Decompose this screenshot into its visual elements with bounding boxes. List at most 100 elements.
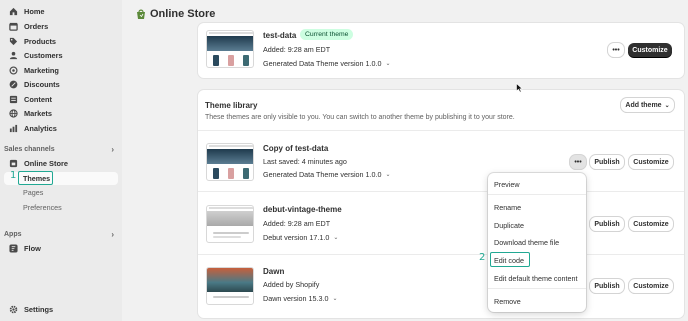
sidebar-item-customers[interactable]: Customers (4, 49, 118, 62)
theme-added: Added: 9:28 am EDT (263, 219, 331, 228)
sales-channels-label: Sales channels (4, 146, 55, 153)
sidebar: Home Orders Products Customers Marketing… (0, 0, 122, 321)
menu-item-remove[interactable]: Remove (494, 297, 521, 306)
theme-name: debut-vintage-theme (263, 205, 342, 214)
chevron-right-icon: › (111, 145, 114, 154)
more-actions-button[interactable]: ••• (608, 43, 624, 57)
sidebar-item-label: Analytics (24, 124, 57, 133)
ellipsis-icon: ••• (612, 46, 620, 54)
theme-version: Debut version 17.1.0 (263, 233, 330, 242)
sidebar-item-flow[interactable]: Flow (4, 242, 118, 255)
chevron-down-icon: ⌄ (333, 235, 339, 241)
sidebar-item-label: Discounts (24, 80, 60, 89)
customize-button[interactable]: Customize (629, 279, 673, 293)
gear-icon (9, 305, 18, 314)
sidebar-item-settings[interactable]: Settings (4, 303, 118, 316)
sidebar-item-label: Content (24, 95, 52, 104)
sidebar-item-pages[interactable]: Pages (4, 186, 118, 199)
step-1-marker: 1 (10, 170, 17, 181)
sidebar-item-content[interactable]: Content (4, 93, 118, 106)
discount-icon (9, 80, 18, 89)
page-title-text: Online Store (150, 8, 216, 20)
sidebar-item-home[interactable]: Home (4, 5, 118, 18)
sidebar-item-preferences[interactable]: Preferences (4, 201, 118, 214)
page-title: Online Store (136, 8, 215, 20)
current-theme-card: test-data Current theme Added: 9:28 am E… (198, 23, 684, 78)
theme-library-title: Theme library (205, 101, 258, 110)
apps-heading[interactable]: Apps › (4, 230, 118, 239)
sales-channels-heading[interactable]: Sales channels › (4, 145, 118, 154)
sidebar-item-marketing[interactable]: Marketing (4, 64, 118, 77)
sidebar-item-orders[interactable]: Orders (4, 20, 118, 33)
menu-item-duplicate[interactable]: Duplicate (494, 221, 524, 230)
theme-name: Dawn (263, 267, 285, 276)
current-theme-badge: Current theme (300, 29, 354, 40)
sidebar-item-label: Marketing (24, 66, 59, 75)
theme-last-saved: Last saved: 4 minutes ago (263, 157, 347, 166)
mouse-cursor-icon (516, 83, 523, 93)
theme-preview-thumbnail[interactable] (206, 267, 254, 305)
theme-version-dropdown[interactable]: Dawn version 15.3.0 ⌄ (263, 294, 338, 303)
theme-version: Generated Data Theme version 1.0.0 (263, 59, 382, 68)
add-theme-button[interactable]: Add theme ⌄ (621, 98, 674, 112)
home-icon (9, 7, 18, 16)
theme-version-dropdown[interactable]: Debut version 17.1.0 ⌄ (263, 233, 338, 242)
sidebar-item-label: Home (24, 7, 45, 16)
theme-version-dropdown[interactable]: Generated Data Theme version 1.0.0 ⌄ (263, 170, 391, 179)
sidebar-item-markets[interactable]: Markets (4, 107, 118, 120)
sidebar-item-label: Markets (24, 109, 52, 118)
content-icon (9, 95, 18, 104)
sidebar-item-label: Preferences (23, 203, 62, 212)
tag-icon (9, 37, 18, 46)
menu-item-download-theme-file[interactable]: Download theme file (494, 238, 559, 247)
add-theme-label: Add theme (625, 101, 662, 109)
sidebar-item-label: Customers (24, 51, 63, 60)
person-icon (9, 51, 18, 60)
menu-item-rename[interactable]: Rename (494, 203, 521, 212)
target-icon (9, 66, 18, 75)
theme-preview-thumbnail[interactable] (206, 205, 254, 243)
sidebar-item-label: Settings (24, 305, 54, 314)
theme-name: test-data (263, 31, 297, 40)
theme-library-card: Theme library These themes are only visi… (198, 90, 684, 318)
theme-added-by: Added by Shopify (263, 280, 320, 289)
sidebar-item-analytics[interactable]: Analytics (4, 122, 118, 135)
themes-highlight (18, 171, 53, 185)
divider (198, 191, 684, 192)
sidebar-item-online-store[interactable]: Online Store (4, 157, 118, 170)
customize-button[interactable]: Customize (628, 43, 672, 57)
store-icon (9, 159, 18, 168)
theme-version-dropdown[interactable]: Generated Data Theme version 1.0.0 ⌄ (263, 59, 391, 68)
divider (198, 130, 684, 131)
publish-button[interactable]: Publish (590, 217, 624, 231)
orders-icon (9, 22, 18, 31)
publish-button[interactable]: Publish (590, 279, 624, 293)
chevron-down-icon: ⌄ (332, 296, 338, 302)
theme-name: Copy of test-data (263, 144, 329, 153)
theme-preview-thumbnail[interactable] (206, 30, 254, 68)
edit-code-highlight (490, 252, 530, 267)
menu-item-preview[interactable]: Preview (494, 180, 520, 189)
sidebar-item-products[interactable]: Products (4, 35, 118, 48)
theme-version: Dawn version 15.3.0 (263, 294, 329, 303)
sidebar-item-label: Flow (24, 244, 41, 253)
sidebar-item-label: Pages (23, 188, 44, 197)
sidebar-item-label: Orders (24, 22, 49, 31)
theme-preview-thumbnail[interactable] (206, 143, 254, 181)
menu-divider (488, 288, 586, 289)
sidebar-item-label: Products (24, 37, 57, 46)
customize-button[interactable]: Customize (629, 155, 673, 169)
sidebar-item-discounts[interactable]: Discounts (4, 78, 118, 91)
chevron-down-icon: ⌄ (385, 61, 391, 67)
chart-icon (9, 124, 18, 133)
more-actions-button[interactable]: ••• (570, 155, 586, 169)
theme-actions-menu: Preview Rename Duplicate Download theme … (488, 173, 586, 312)
divider (198, 254, 684, 255)
publish-button[interactable]: Publish (590, 155, 624, 169)
menu-item-edit-default-theme-content[interactable]: Edit default theme content (494, 274, 578, 283)
chevron-down-icon: ⌄ (385, 172, 391, 178)
theme-added: Added: 9:28 am EDT (263, 45, 331, 54)
customize-button[interactable]: Customize (629, 217, 673, 231)
apps-label: Apps (4, 231, 22, 238)
theme-version: Generated Data Theme version 1.0.0 (263, 170, 382, 179)
